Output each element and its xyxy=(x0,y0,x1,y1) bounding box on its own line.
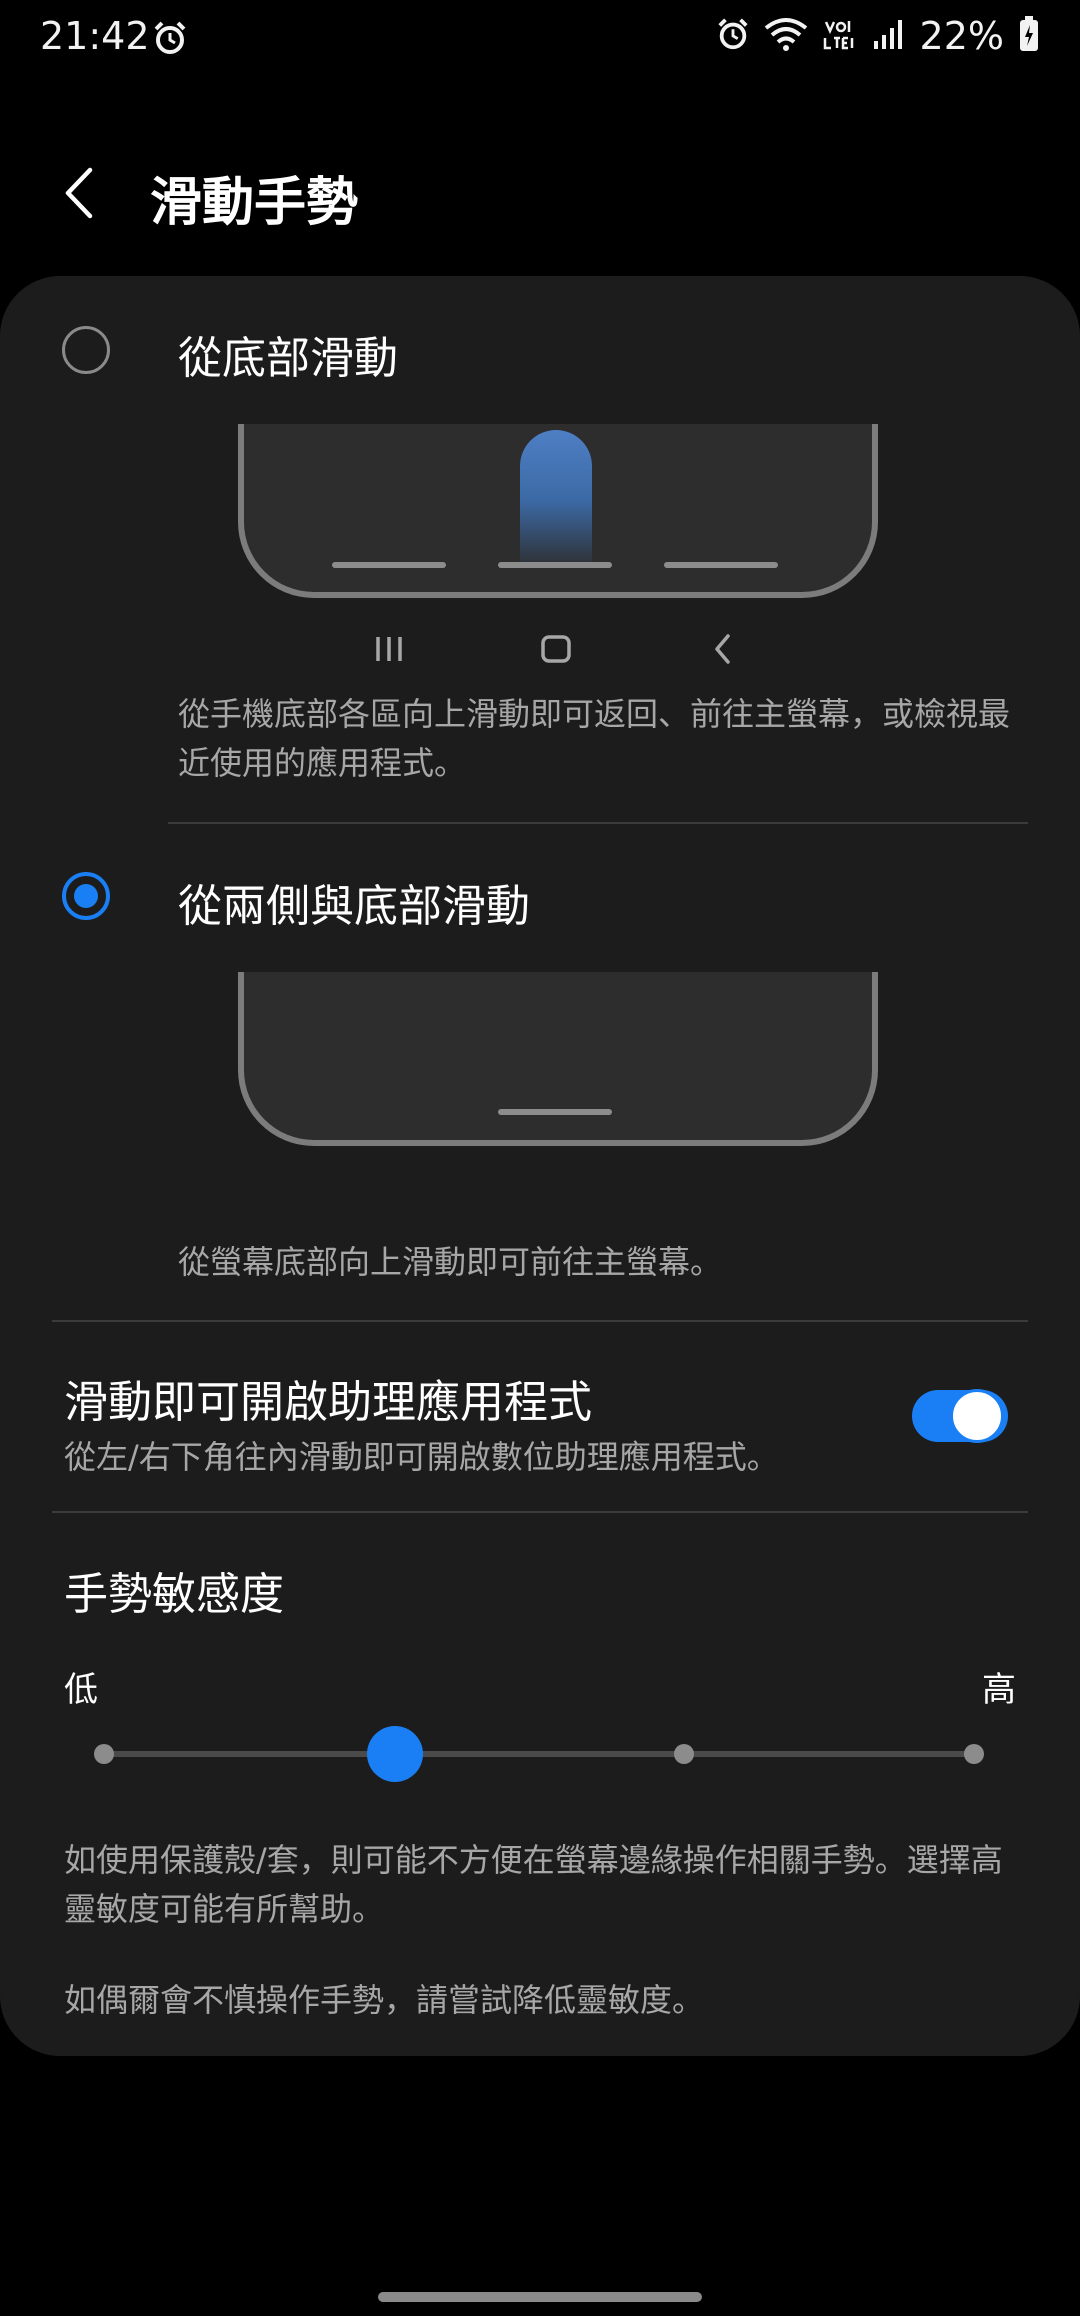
gesture-hint-bar xyxy=(498,562,612,568)
slider-stop[interactable] xyxy=(94,1744,114,1764)
divider xyxy=(52,1320,1028,1322)
slider-thumb[interactable] xyxy=(367,1726,423,1782)
sensitivity-note: 如偶爾會不慎操作手勢，請嘗試降低靈敏度。 xyxy=(64,1981,705,2019)
home-indicator[interactable] xyxy=(378,2292,702,2302)
back-button[interactable] xyxy=(54,158,114,228)
sensitivity-low-label: 低 xyxy=(64,1670,98,1710)
battery-charging-icon xyxy=(1018,15,1040,57)
phone-illustration xyxy=(238,972,878,1146)
volte-icon xyxy=(822,16,858,56)
option-description: 從螢幕底部向上滑動即可前往主螢幕。 xyxy=(178,1243,723,1281)
status-time: 21:42 xyxy=(40,14,150,58)
slider-stop[interactable] xyxy=(674,1744,694,1764)
divider xyxy=(52,1511,1028,1513)
sensitivity-slider[interactable] xyxy=(104,1751,974,1757)
sensitivity-title: 手勢敏感度 xyxy=(64,1569,284,1620)
divider xyxy=(168,822,1028,824)
alarm-icon xyxy=(716,17,750,55)
option-title: 從底部滑動 xyxy=(178,333,398,384)
recents-icon xyxy=(372,634,406,668)
gesture-hint-bar xyxy=(332,562,446,568)
option-title: 從兩側與底部滑動 xyxy=(178,881,530,932)
toggle-knob xyxy=(950,1389,1004,1443)
wifi-icon xyxy=(764,16,808,56)
back-nav-icon xyxy=(708,632,738,670)
home-icon xyxy=(540,634,572,668)
gesture-hint-bar xyxy=(498,1109,612,1115)
gesture-hint-bar xyxy=(664,562,778,568)
assistant-subtitle: 從左/右下角往內滑動即可開啟數位助理應用程式。 xyxy=(64,1438,779,1476)
radio-swipe-bottom[interactable] xyxy=(62,326,110,374)
status-icons: 22% xyxy=(716,14,1040,58)
option-description: 從手機底部各區向上滑動即可返回、前往主螢幕，或檢視最近使用的應用程式。 xyxy=(178,695,1011,782)
battery-percent: 22% xyxy=(919,14,1004,58)
sensitivity-high-label: 高 xyxy=(982,1670,1016,1710)
alarm-icon xyxy=(152,20,188,60)
assistant-title: 滑動即可開啟助理應用程式 xyxy=(64,1377,592,1428)
radio-swipe-sides-bottom[interactable] xyxy=(62,872,110,920)
swipe-finger-illustration xyxy=(520,430,592,570)
page-title: 滑動手勢 xyxy=(150,173,359,233)
signal-icon xyxy=(872,17,906,55)
chevron-left-icon xyxy=(65,167,93,219)
sensitivity-note: 如使用保護殼/套，則可能不方便在螢幕邊緣操作相關手勢。選擇高靈敏度可能有所幫助。 xyxy=(64,1841,1003,1928)
slider-stop[interactable] xyxy=(964,1744,984,1764)
